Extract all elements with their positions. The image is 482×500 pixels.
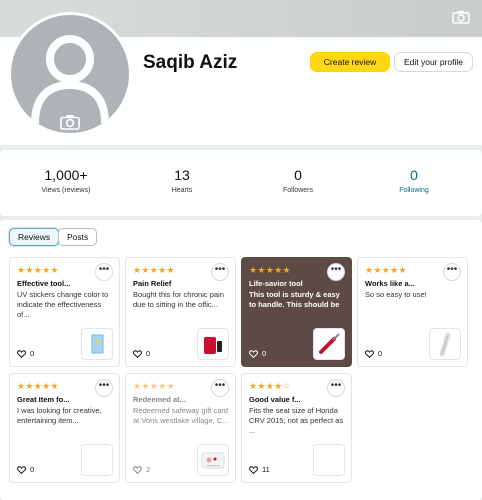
likes-count: 0 <box>146 349 151 358</box>
stat-views: 1,000+ Views (reviews) <box>16 167 116 194</box>
review-body: Redeemed safeway gift card at Vons westl… <box>133 406 229 425</box>
review-title: Effective tool... <box>17 279 71 288</box>
camera-icon[interactable] <box>452 10 470 24</box>
stat-label: Hearts <box>171 187 193 194</box>
likes-count: 11 <box>262 465 270 474</box>
stat-following[interactable]: 0 Following <box>364 167 464 194</box>
tab-posts[interactable]: Posts <box>58 228 98 246</box>
star-rating: ★★★★★ <box>133 381 175 391</box>
star-rating: ★★★★★ <box>249 265 291 275</box>
heart-icon <box>133 465 142 474</box>
stat-value: 0 <box>294 167 302 183</box>
stat-label: Views (reviews) <box>41 187 91 194</box>
likes[interactable]: 0 <box>17 349 34 358</box>
likes[interactable]: 2 <box>133 465 150 474</box>
star-rating: ★★★★★ <box>133 265 175 275</box>
review-card[interactable]: ★★★★★ ••• Redeemed at... Redeemed safewa… <box>125 373 236 483</box>
white-device-icon[interactable] <box>429 328 461 360</box>
heart-icon <box>133 349 142 358</box>
tab-reviews[interactable]: Reviews <box>9 228 60 246</box>
review-body: Fits the seat size of Honda CRV 2015; no… <box>249 406 344 435</box>
review-title: Works like a... <box>365 279 415 288</box>
review-card[interactable]: ★★★★★ ••• Effective tool... UV stickers … <box>9 257 120 367</box>
likes-count: 0 <box>30 349 35 358</box>
review-title: Redeemed at... <box>133 395 186 404</box>
review-body: This tool is sturdy & easy to handle. Th… <box>249 290 340 309</box>
review-title: Good value f... <box>249 395 301 404</box>
edit-profile-button[interactable]: Edit your profile <box>394 52 473 72</box>
likes-count: 2 <box>146 465 151 474</box>
stat-followers[interactable]: 0 Followers <box>248 167 348 194</box>
heart-icon <box>17 349 26 358</box>
stat-value: 13 <box>174 167 190 183</box>
likes-count: 0 <box>262 349 267 358</box>
review-body: Bought this for chronic pain due to sitt… <box>133 290 224 309</box>
likes-count: 0 <box>378 349 383 358</box>
review-card[interactable]: ★★★★☆ ••• Good value f... Fits the seat … <box>241 373 352 483</box>
empty-thumb[interactable] <box>81 444 113 476</box>
red-device-icon[interactable] <box>197 328 229 360</box>
empty-thumb[interactable] <box>313 444 345 476</box>
camera-icon[interactable] <box>60 114 80 130</box>
likes[interactable]: 0 <box>365 349 382 358</box>
red-tool-icon[interactable] <box>313 328 345 360</box>
star-rating: ★★★★★ <box>17 381 59 391</box>
review-card[interactable]: ★★★★★ ••• Great Item fo... I was looking… <box>9 373 120 483</box>
review-title: Great Item fo... <box>17 395 70 404</box>
star-rating: ★★★★★ <box>365 265 407 275</box>
stat-value: 1,000+ <box>44 167 88 183</box>
heart-icon <box>365 349 374 358</box>
likes[interactable]: 0 <box>133 349 150 358</box>
profile-name: Saqib Aziz <box>143 52 238 73</box>
review-card[interactable]: ★★★★★ ••• Pain Relief Bought this for ch… <box>125 257 236 367</box>
star-rating: ★★★★★ <box>17 265 59 275</box>
likes[interactable]: 0 <box>17 465 34 474</box>
review-title: Pain Relief <box>133 279 172 288</box>
likes-count: 0 <box>30 465 35 474</box>
heart-icon <box>249 349 258 358</box>
stat-label: Following <box>399 187 429 194</box>
gift-card-icon[interactable] <box>197 444 229 476</box>
likes[interactable]: 0 <box>249 349 266 358</box>
stat-hearts: 13 Hearts <box>132 167 232 194</box>
heart-icon <box>249 465 258 474</box>
review-body: So so easy to use! <box>365 290 427 299</box>
review-card[interactable]: ★★★★★ ••• Works like a... So so easy to … <box>357 257 468 367</box>
stats-panel: 1,000+ Views (reviews) 13 Hearts 0 Follo… <box>0 150 482 216</box>
uv-sticker-icon[interactable] <box>81 328 113 360</box>
create-review-button[interactable]: Create review <box>310 52 390 72</box>
stat-value: 0 <box>410 167 418 183</box>
heart-icon <box>17 465 26 474</box>
review-card[interactable]: ★★★★★ ••• Life-savior tool This tool is … <box>241 257 352 367</box>
review-body: I was looking for creative, entertaining… <box>17 406 102 425</box>
review-body: UV stickers change color to indicate the… <box>17 290 109 319</box>
likes[interactable]: 11 <box>249 465 270 474</box>
review-title: Life-savior tool <box>249 279 303 288</box>
star-rating: ★★★★☆ <box>249 381 291 391</box>
stat-label: Followers <box>283 187 313 194</box>
